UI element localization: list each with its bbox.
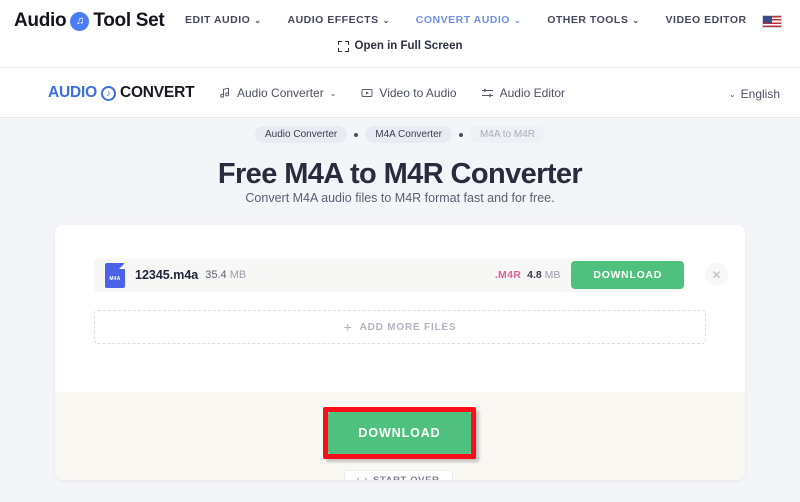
converter-card-bottom: DOWNLOAD START OVER: [55, 392, 745, 480]
nav-item-video-editor-label: VIDEO EDITOR: [665, 14, 747, 26]
file-name: 12345.m4a: [135, 268, 199, 282]
chevron-down-icon: ⌄: [254, 16, 262, 25]
breadcrumb-separator-dot: [458, 132, 463, 137]
output-file-size-value: 4.8: [527, 269, 542, 281]
refresh-icon: [357, 475, 367, 480]
chevron-down-icon: ⌄: [382, 16, 390, 25]
close-icon: ✕: [711, 267, 722, 282]
file-size-value: 35.4: [205, 269, 227, 281]
chevron-down-icon: ⌄: [513, 16, 522, 25]
swirl-note-icon: ♪: [100, 85, 116, 101]
nav-item-edit-audio-label: EDIT AUDIO: [185, 14, 251, 26]
file-size-unit: MB: [229, 269, 247, 281]
start-over-button[interactable]: START OVER: [344, 470, 453, 480]
output-file-size: 4.8 MB: [527, 269, 560, 281]
nav-item-audio-effects[interactable]: AUDIO EFFECTS ⌄: [287, 14, 389, 26]
file-row: M4A 12345.m4a 35.4 MB .M4R 4.8 MB DOWNLO…: [94, 258, 684, 292]
chevron-down-icon: ⌄: [632, 16, 640, 25]
start-over-label: START OVER: [373, 475, 440, 480]
site-logo[interactable]: Audio ♫ Tool Set: [14, 10, 165, 32]
music-note-circle-icon: ♫: [70, 11, 90, 31]
open-in-full-screen-button[interactable]: Open in Full Screen: [0, 40, 800, 52]
file-size: 35.4 MB: [205, 269, 246, 281]
subnav-item-audio-converter[interactable]: Audio Converter ⌄: [218, 86, 336, 100]
nav-item-audio-effects-label: AUDIO EFFECTS: [287, 14, 379, 26]
page-subtitle: Convert M4A audio files to M4R format fa…: [245, 191, 555, 205]
language-selector[interactable]: ⌄ English: [729, 87, 780, 101]
add-more-files-button[interactable]: + ADD MORE FILES: [94, 310, 706, 344]
breadcrumb-item-audio-converter[interactable]: Audio Converter: [255, 126, 348, 143]
subnav-item-video-to-audio-label: Video to Audio: [379, 86, 457, 100]
nav-item-convert-audio[interactable]: CONVERT AUDIO ⌄: [416, 14, 521, 26]
subnav-item-video-to-audio[interactable]: Video to Audio: [360, 86, 457, 100]
sub-navigation-bar: AUDIO ♪ CONVERT Audio Converter ⌄ Video …: [0, 68, 800, 118]
language-selector-label: English: [740, 87, 780, 101]
fullscreen-icon: [337, 40, 349, 52]
converter-card-top: M4A 12345.m4a 35.4 MB .M4R 4.8 MB DOWNLO…: [55, 225, 745, 392]
open-in-full-screen-label: Open in Full Screen: [354, 40, 463, 52]
subnav-item-audio-editor-label: Audio Editor: [499, 86, 565, 100]
site-logo-text-right: Tool Set: [93, 10, 165, 31]
breadcrumb-item-m4a-converter[interactable]: M4A Converter: [365, 126, 452, 143]
chevron-down-icon: ⌄: [329, 89, 337, 98]
top-navigation-bar: Audio ♫ Tool Set EDIT AUDIO ⌄ AUDIO EFFE…: [0, 0, 800, 68]
plus-icon: +: [343, 319, 353, 335]
audioconvert-logo[interactable]: AUDIO ♪ CONVERT: [48, 84, 195, 102]
us-flag-icon[interactable]: [762, 15, 782, 28]
row-download-button[interactable]: DOWNLOAD: [571, 261, 684, 289]
music-note-icon: [218, 87, 231, 100]
converter-card: M4A 12345.m4a 35.4 MB .M4R 4.8 MB DOWNLO…: [55, 225, 745, 480]
subnav-item-audio-converter-label: Audio Converter: [237, 86, 324, 100]
nav-item-edit-audio[interactable]: EDIT AUDIO ⌄: [185, 14, 261, 26]
chevron-down-icon: ⌄: [728, 90, 736, 99]
nav-item-other-tools[interactable]: OTHER TOOLS ⌄: [547, 14, 639, 26]
add-more-files-label: ADD MORE FILES: [359, 321, 457, 333]
audioconvert-logo-audio: AUDIO: [48, 84, 97, 101]
breadcrumb-item-m4a-to-m4r: M4A to M4R: [469, 126, 545, 143]
output-file-size-unit: MB: [544, 269, 561, 281]
nav-item-other-tools-label: OTHER TOOLS: [547, 14, 629, 26]
play-box-icon: [360, 87, 373, 100]
page-root: Audio ♫ Tool Set EDIT AUDIO ⌄ AUDIO EFFE…: [0, 0, 800, 502]
equalizer-icon: [481, 87, 494, 100]
nav-item-convert-audio-label: CONVERT AUDIO: [415, 14, 510, 26]
sub-nav-items: Audio Converter ⌄ Video to Audio Audio E…: [218, 86, 565, 100]
output-format-label: .M4R: [494, 269, 522, 281]
m4a-file-icon: M4A: [105, 262, 125, 288]
remove-file-button[interactable]: ✕: [705, 263, 728, 286]
nav-item-video-editor[interactable]: VIDEO EDITOR: [666, 14, 747, 26]
subnav-item-audio-editor[interactable]: Audio Editor: [481, 86, 565, 100]
m4a-file-icon-label: M4A: [109, 275, 121, 282]
site-logo-text-left: Audio: [14, 10, 67, 31]
page-title: Free M4A to M4R Converter: [217, 158, 583, 190]
top-nav-items: EDIT AUDIO ⌄ AUDIO EFFECTS ⌄ CONVERT AUD…: [185, 14, 747, 26]
breadcrumb-separator-dot: [354, 132, 359, 137]
audioconvert-logo-convert: CONVERT: [119, 84, 195, 101]
breadcrumb: Audio Converter M4A Converter M4A to M4R: [0, 126, 800, 143]
download-button[interactable]: DOWNLOAD: [328, 412, 471, 454]
